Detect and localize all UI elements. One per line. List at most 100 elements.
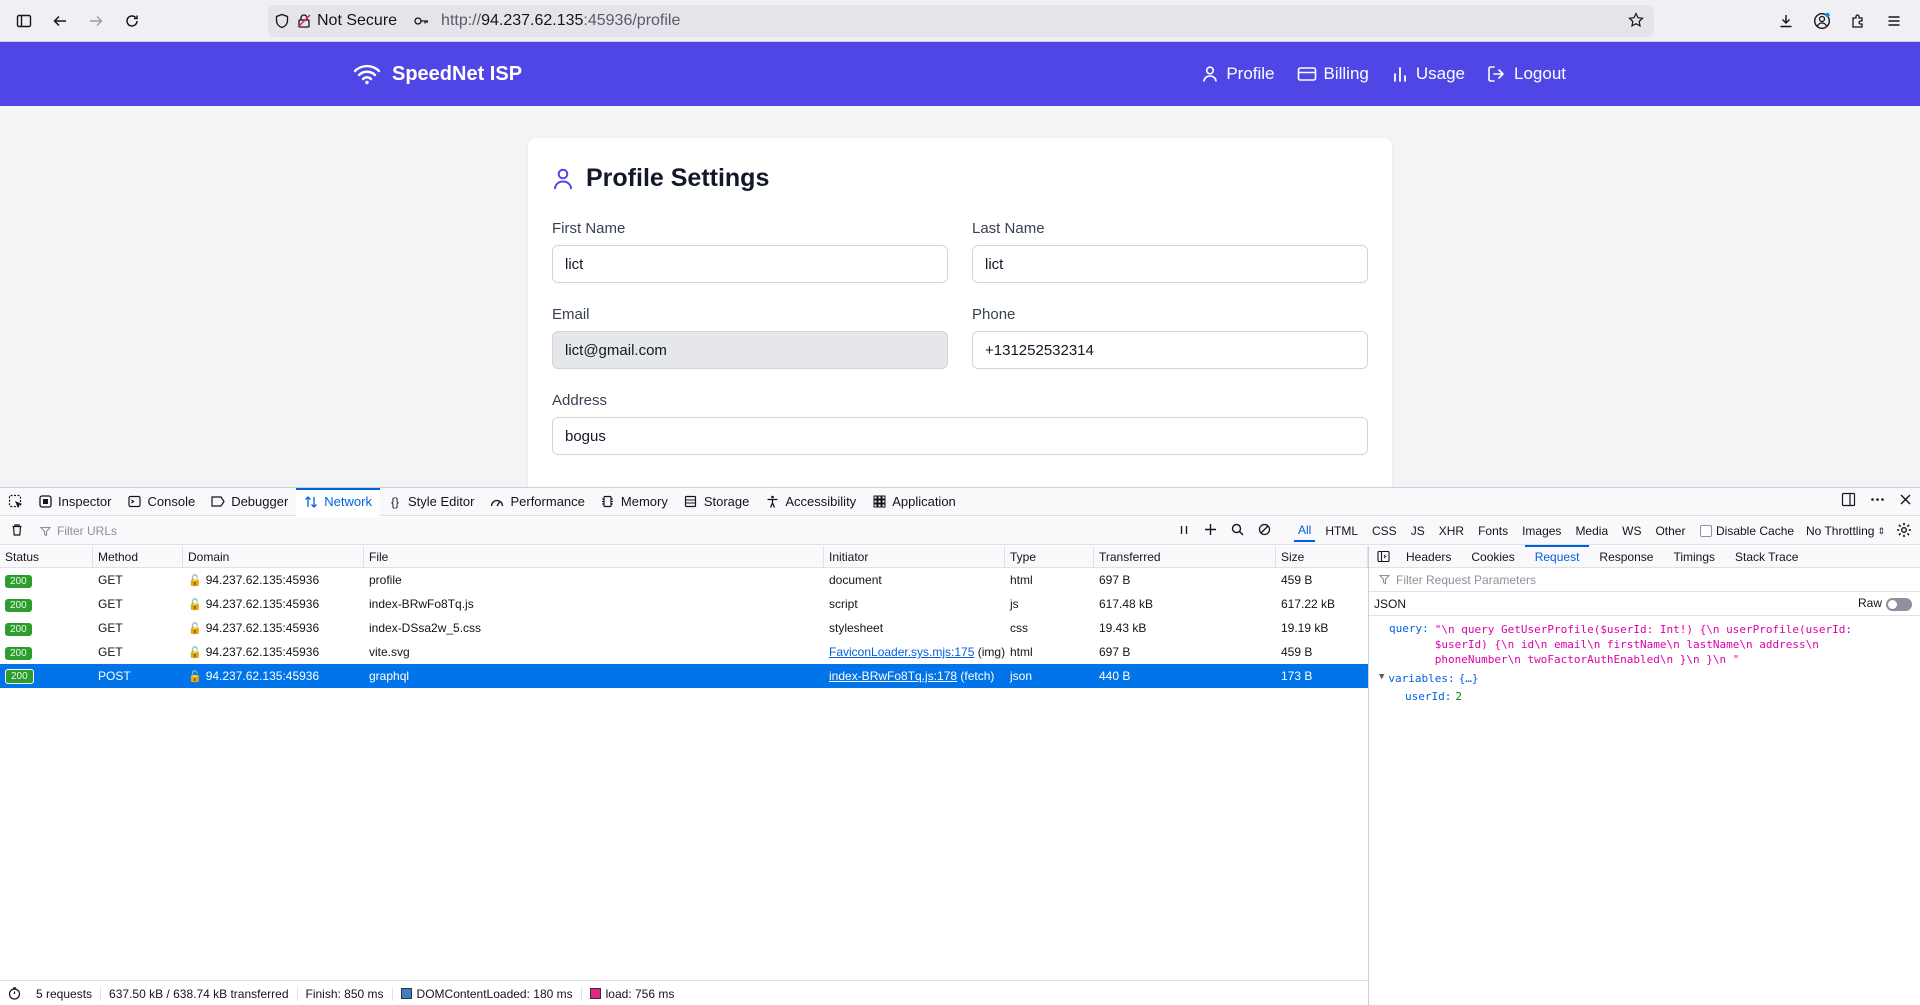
json-number-value: 2 — [1455, 690, 1462, 703]
table-row-selected[interactable]: 200 POST 🔓 94.237.62.135:45936 graphql in… — [0, 664, 1368, 688]
json-userid-row[interactable]: userId: 2 — [1379, 690, 1910, 703]
filter-images[interactable]: Images — [1518, 521, 1565, 541]
expand-triangle-icon[interactable]: ▼ — [1379, 672, 1384, 685]
table-row[interactable]: 200 GET 🔓 94.237.62.135:45936 index-BRwFo… — [0, 592, 1368, 616]
forward-button[interactable] — [78, 3, 114, 39]
filter-js[interactable]: JS — [1407, 521, 1429, 541]
nav-profile[interactable]: Profile — [1201, 64, 1275, 84]
disable-cache-toggle[interactable]: Disable Cache — [1700, 517, 1794, 545]
close-devtools-icon[interactable] — [1899, 493, 1912, 511]
filter-other[interactable]: Other — [1651, 521, 1689, 541]
json-header: JSON Raw — [1369, 592, 1920, 616]
finish-time: Finish: 850 ms — [298, 986, 393, 1001]
tab-accessibility[interactable]: Accessibility — [757, 488, 864, 516]
tab-headers[interactable]: Headers — [1396, 546, 1461, 568]
tab-cookies[interactable]: Cookies — [1461, 546, 1524, 568]
key-icon[interactable] — [407, 13, 435, 29]
tab-debugger[interactable]: Debugger — [203, 488, 296, 516]
column-method[interactable]: Method — [93, 546, 183, 567]
filter-css[interactable]: CSS — [1368, 521, 1401, 541]
brand[interactable]: SpeedNet ISP — [352, 42, 522, 106]
first-name-input[interactable]: lict — [552, 245, 948, 283]
tab-console[interactable]: Console — [119, 488, 203, 516]
address-bar[interactable]: Not Secure http://94.237.62.135:45936/pr… — [268, 5, 1654, 37]
table-row[interactable]: 200 GET 🔓 94.237.62.135:45936 profile doc… — [0, 568, 1368, 592]
wifi-icon — [353, 64, 381, 85]
back-button[interactable] — [42, 3, 78, 39]
insecure-lock-icon: 🔓 — [188, 646, 202, 659]
column-domain[interactable]: Domain — [183, 546, 364, 567]
column-size[interactable]: Size — [1276, 546, 1368, 567]
toggle-sidebar-icon[interactable] — [1369, 550, 1396, 563]
tab-performance[interactable]: Performance — [482, 488, 592, 516]
page-title-text: Profile Settings — [586, 164, 770, 192]
filter-media[interactable]: Media — [1571, 521, 1612, 541]
menu-icon[interactable] — [1876, 3, 1912, 39]
search-icon[interactable] — [1231, 523, 1244, 539]
reload-button[interactable] — [114, 3, 150, 39]
nav-billing[interactable]: Billing — [1297, 64, 1369, 84]
tab-storage[interactable]: Storage — [676, 488, 758, 516]
initiator-suffix: (img) — [974, 645, 1005, 659]
tab-stack-trace[interactable]: Stack Trace — [1725, 546, 1808, 568]
more-options-icon[interactable] — [1870, 492, 1885, 512]
block-requests-icon[interactable] — [1258, 523, 1271, 539]
raw-toggle[interactable]: Raw — [1858, 596, 1912, 611]
request-domain: 94.237.62.135:45936 — [205, 669, 320, 683]
last-name-input[interactable]: lict — [972, 245, 1368, 283]
filter-request-params-input[interactable]: Filter Request Parameters — [1369, 568, 1920, 592]
tab-storage-label: Storage — [703, 494, 750, 509]
phone-input[interactable]: +131252532314 — [972, 331, 1368, 369]
clear-requests-icon[interactable] — [10, 523, 24, 540]
raw-switch[interactable] — [1886, 597, 1912, 611]
request-size: 459 B — [1281, 645, 1313, 659]
filter-fonts[interactable]: Fonts — [1474, 521, 1512, 541]
add-request-icon[interactable] — [1204, 523, 1217, 539]
filter-xhr[interactable]: XHR — [1435, 521, 1468, 541]
tab-request[interactable]: Request — [1524, 544, 1590, 568]
sidebar-toggle-icon[interactable] — [6, 3, 42, 39]
disable-cache-checkbox[interactable] — [1700, 525, 1712, 537]
tab-timings[interactable]: Timings — [1663, 546, 1725, 568]
initiator-link[interactable]: FaviconLoader.sys.mjs:175 — [829, 645, 974, 659]
element-picker-icon[interactable] — [0, 488, 30, 516]
request-transferred: 697 B — [1099, 645, 1131, 659]
table-row[interactable]: 200 GET 🔓 94.237.62.135:45936 index-DSsa2… — [0, 616, 1368, 640]
initiator-link[interactable]: index-BRwFo8Tq.js:178 — [829, 669, 957, 683]
filter-icon — [40, 526, 51, 536]
request-size: 173 B — [1281, 669, 1313, 683]
site-security-indicator[interactable]: Not Secure — [296, 12, 407, 30]
tab-response[interactable]: Response — [1589, 546, 1663, 568]
column-status[interactable]: Status — [0, 546, 93, 567]
column-transferred[interactable]: Transferred — [1094, 546, 1276, 567]
column-type[interactable]: Type — [1005, 546, 1094, 567]
nav-logout[interactable]: Logout — [1487, 64, 1566, 84]
pause-icon[interactable] — [1178, 524, 1190, 539]
extensions-icon[interactable] — [1840, 3, 1876, 39]
filter-urls-input[interactable]: Filter URLs — [40, 517, 117, 545]
column-initiator[interactable]: Initiator — [824, 546, 1005, 567]
gear-icon[interactable] — [1896, 522, 1912, 543]
json-query-row[interactable]: query: "\n query GetUserProfile($userId:… — [1379, 622, 1910, 667]
table-row[interactable]: 200 GET 🔓 94.237.62.135:45936 vite.svg Fa… — [0, 640, 1368, 664]
throttling-select[interactable]: No Throttling ⇕ — [1806, 517, 1885, 545]
tab-memory[interactable]: Memory — [593, 488, 676, 516]
tracking-protection-icon[interactable] — [268, 13, 296, 29]
tab-style-editor[interactable]: {} Style Editor — [380, 488, 482, 516]
json-variables-row[interactable]: ▼ variables: {…} — [1379, 672, 1910, 685]
request-size: 19.19 kB — [1281, 621, 1329, 635]
filter-html[interactable]: HTML — [1321, 521, 1362, 541]
dom-content-loaded-text: DOMContentLoaded: 180 ms — [416, 986, 573, 1001]
tab-application[interactable]: Application — [864, 488, 964, 516]
column-file[interactable]: File — [364, 546, 824, 567]
downloads-icon[interactable] — [1768, 3, 1804, 39]
filter-all[interactable]: All — [1294, 520, 1316, 542]
tab-network[interactable]: Network — [296, 487, 380, 516]
bookmark-star-icon[interactable] — [1628, 12, 1644, 28]
address-input[interactable]: bogus — [552, 417, 1368, 455]
account-icon[interactable] — [1804, 3, 1840, 39]
tab-inspector[interactable]: Inspector — [30, 488, 119, 516]
nav-usage[interactable]: Usage — [1391, 64, 1465, 84]
filter-ws[interactable]: WS — [1618, 521, 1645, 541]
dock-side-icon[interactable] — [1841, 492, 1856, 512]
